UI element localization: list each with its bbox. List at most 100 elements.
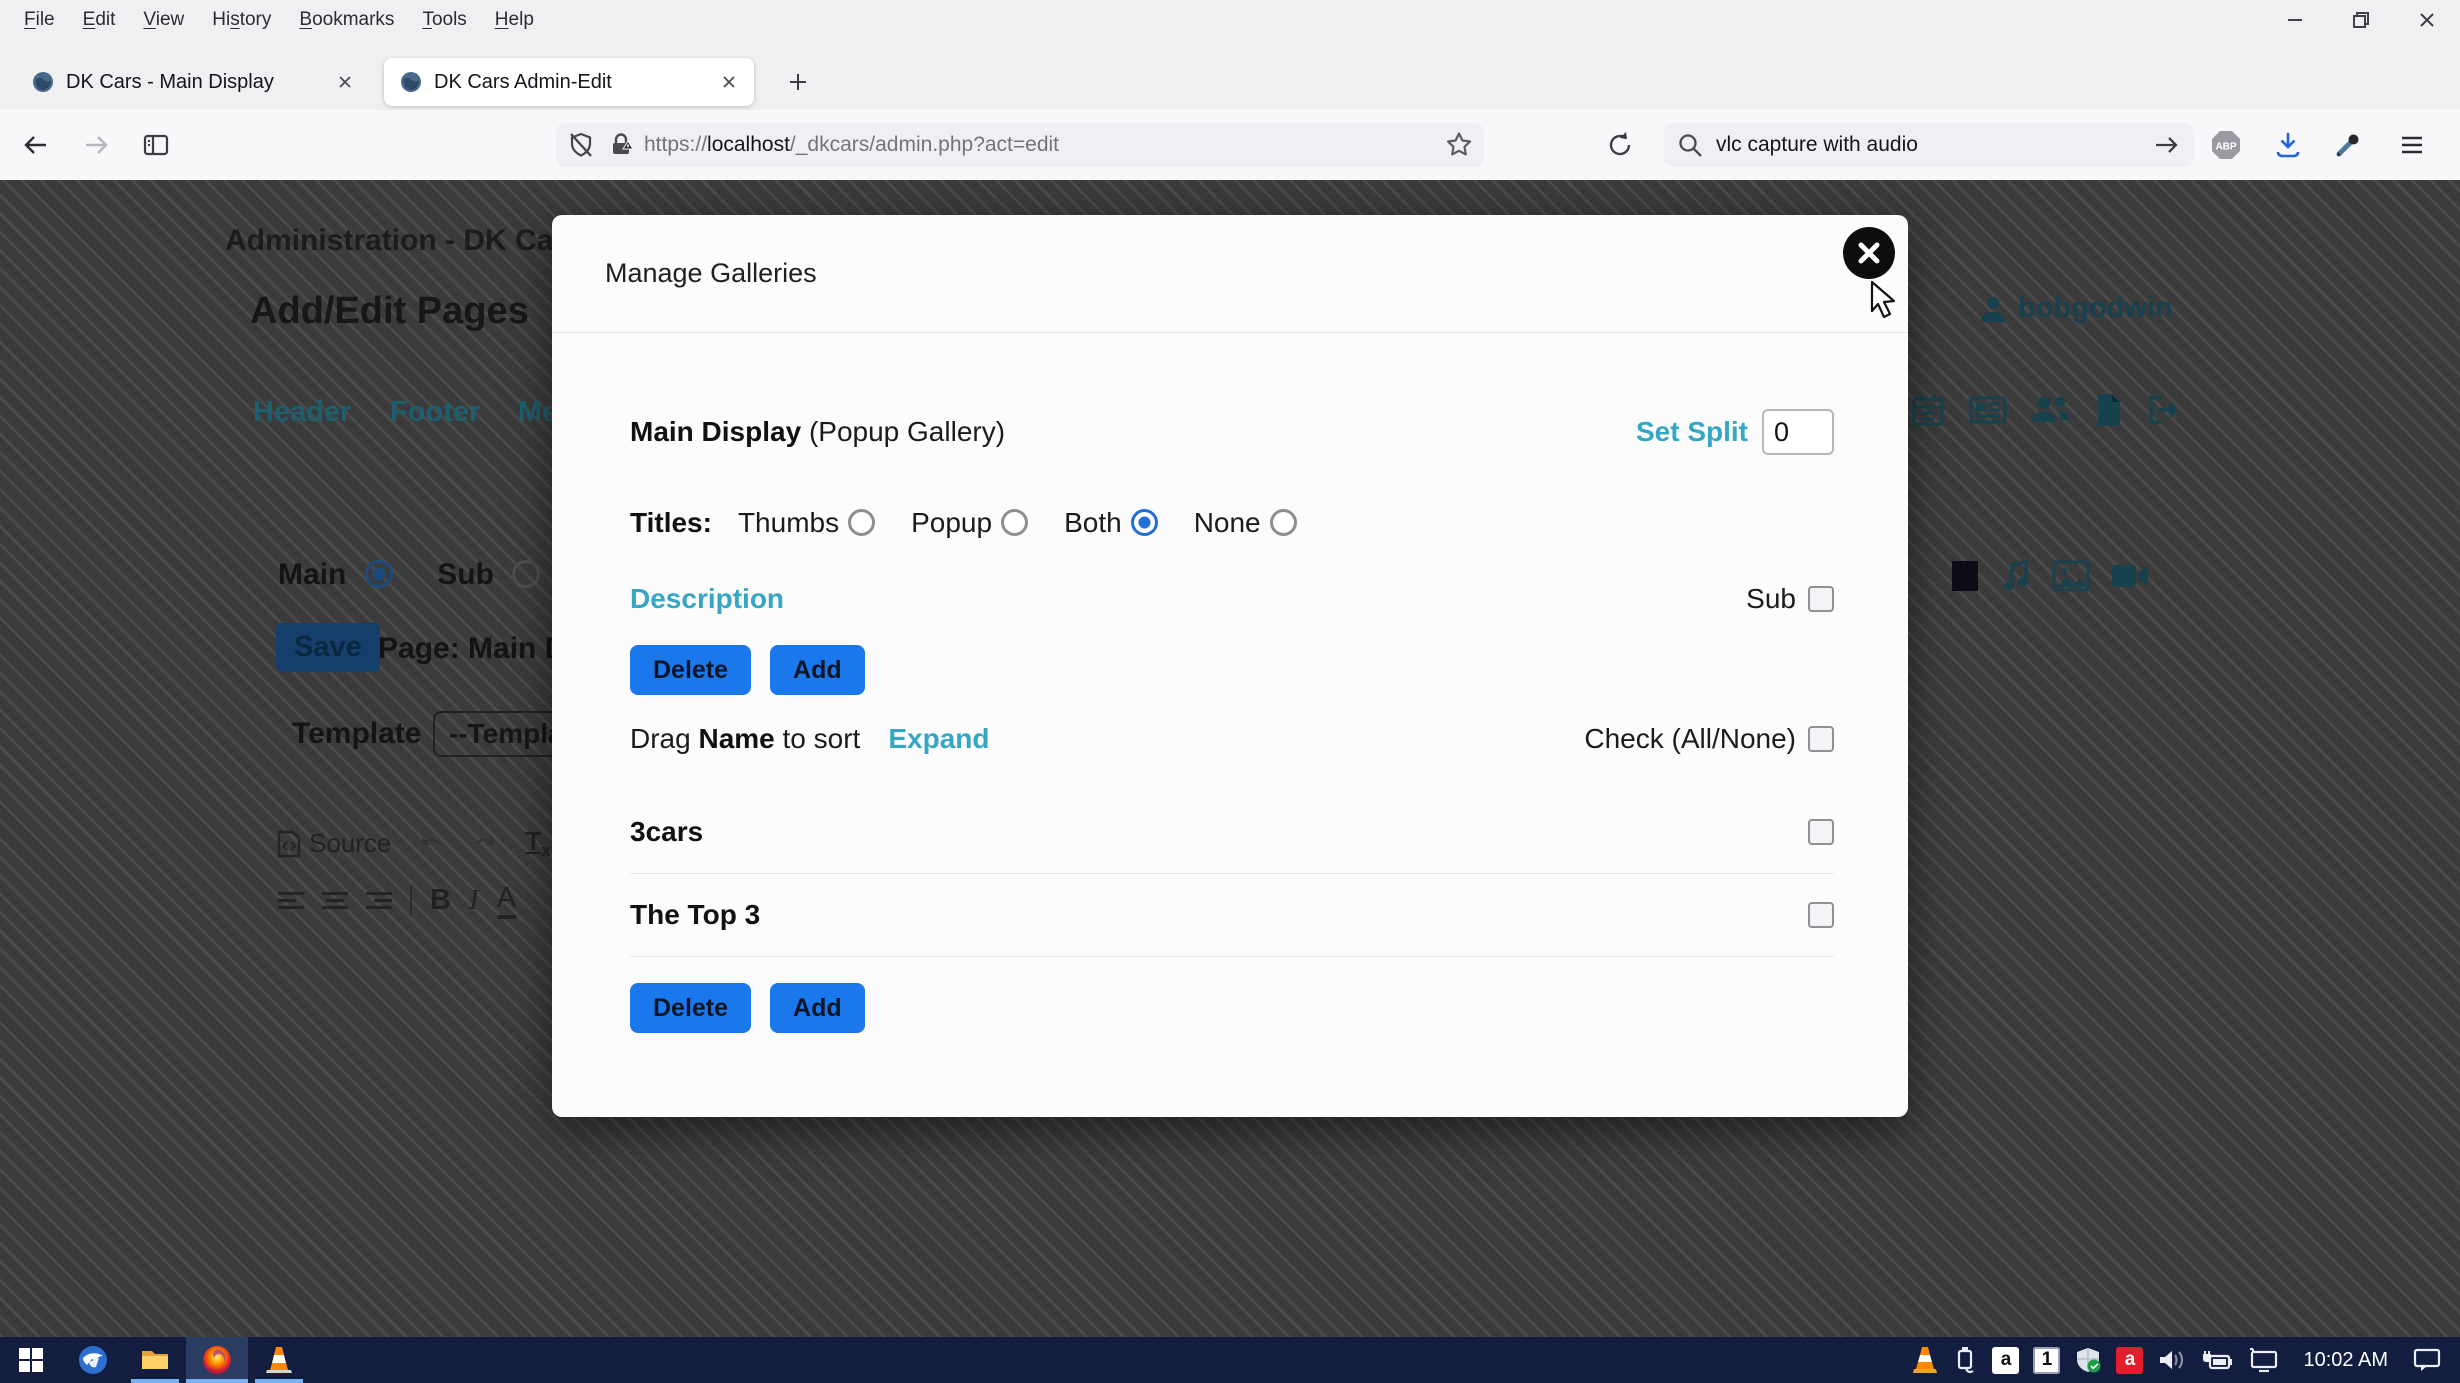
template-label: Template (292, 717, 421, 751)
radio-popup[interactable] (1001, 509, 1028, 536)
manage-galleries-dialog: Manage Galleries Main Display (Popup Gal… (552, 215, 1908, 1117)
tracking-protection-off-icon[interactable] (566, 130, 596, 160)
users-icon[interactable] (2030, 392, 2072, 428)
undo-icon[interactable] (417, 832, 445, 856)
italic-icon[interactable]: I (469, 884, 479, 917)
calendar-icon[interactable] (1910, 392, 1946, 428)
delete-button-bottom[interactable]: Delete (630, 983, 751, 1033)
vlc-tray-icon[interactable] (1912, 1345, 1938, 1375)
adblock-plus-icon[interactable]: ABP (2204, 123, 2248, 167)
bold-icon[interactable]: B (430, 884, 451, 917)
page-heading: Administration - DK Ca (225, 224, 553, 258)
lock-warning-icon[interactable] (606, 130, 636, 160)
notification-center-icon[interactable] (2412, 1346, 2442, 1374)
description-link[interactable]: Description (630, 583, 784, 615)
amd-tray-icon[interactable]: a (2116, 1347, 2143, 1374)
sidebar-toggle-icon[interactable] (134, 123, 178, 167)
firefox-taskbar-icon[interactable] (186, 1337, 248, 1383)
set-split-link[interactable]: Set Split (1636, 416, 1748, 448)
menu-file[interactable]: File (10, 3, 69, 37)
one-tray-icon[interactable]: 1 (2033, 1347, 2060, 1374)
tab-main-display[interactable]: DK Cars - Main Display (16, 58, 370, 106)
volume-icon[interactable] (2157, 1346, 2187, 1374)
hamburger-menu-icon[interactable] (2390, 123, 2434, 167)
tab-admin-edit[interactable]: DK Cars Admin-Edit (384, 58, 754, 106)
save-button[interactable]: Save (276, 623, 380, 672)
add-button-top[interactable]: Add (770, 645, 865, 695)
minimize-icon[interactable] (2262, 0, 2328, 40)
gallery-row-3cars[interactable]: 3cars (630, 791, 1834, 874)
sign-out-icon[interactable] (2146, 392, 2184, 428)
menu-tools[interactable]: Tools (408, 3, 480, 37)
add-button-bottom[interactable]: Add (770, 983, 865, 1033)
search-go-icon[interactable] (2152, 130, 2182, 160)
file-icon[interactable] (2094, 392, 2124, 428)
radio-main[interactable] (365, 560, 393, 588)
back-icon[interactable] (14, 123, 58, 167)
menu-bookmarks[interactable]: Bookmarks (285, 3, 408, 37)
gallery-row-the-top-3[interactable]: The Top 3 (630, 874, 1834, 957)
file-explorer-taskbar-icon[interactable] (124, 1337, 186, 1383)
dialog-close-button[interactable] (1843, 227, 1895, 279)
eyedropper-icon[interactable] (2326, 123, 2370, 167)
reload-icon[interactable] (1598, 123, 1642, 167)
sub-checkbox[interactable] (1808, 586, 1834, 612)
tab-close-icon[interactable] (336, 73, 354, 91)
vlc-taskbar-icon[interactable] (248, 1337, 310, 1383)
video-icon[interactable] (2110, 561, 2150, 591)
forward-icon[interactable] (74, 123, 118, 167)
eraser-extension-icon[interactable] (1548, 129, 1568, 161)
remove-format-icon[interactable]: Tx (525, 826, 550, 861)
menu-bar: File Edit View History Bookmarks Tools H… (0, 0, 2460, 40)
downloads-icon[interactable] (2266, 123, 2310, 167)
expand-link[interactable]: Expand (888, 723, 989, 754)
close-window-icon[interactable] (2394, 0, 2460, 40)
redo-icon[interactable] (471, 832, 499, 856)
delete-button-top[interactable]: Delete (630, 645, 751, 695)
align-center-icon[interactable] (322, 888, 348, 913)
link-header[interactable]: Header (253, 396, 351, 429)
radio-sub[interactable] (512, 560, 540, 588)
clock[interactable]: 10:02 AM (2303, 1349, 2388, 1372)
radio-thumbs[interactable] (848, 509, 875, 536)
menu-view[interactable]: View (129, 3, 198, 37)
titles-label: Titles: (630, 507, 712, 539)
set-split-input[interactable] (1762, 409, 1834, 455)
gallery-checkbox[interactable] (1808, 819, 1834, 845)
align-right-icon[interactable] (366, 888, 392, 913)
thunderbird-taskbar-icon[interactable] (62, 1337, 124, 1383)
gallery-checkbox[interactable] (1808, 902, 1834, 928)
image-icon[interactable] (2052, 560, 2090, 592)
source-button[interactable]: Source (277, 828, 391, 859)
defender-icon[interactable] (2074, 1346, 2102, 1374)
navigation-toolbar: https://localhost/_dkcars/admin.php?act=… (0, 110, 2460, 181)
align-left-icon[interactable] (278, 888, 304, 913)
radio-both[interactable] (1131, 509, 1158, 536)
gallery-name[interactable]: The Top 3 (630, 899, 760, 931)
search-input[interactable] (1714, 132, 2152, 158)
start-button[interactable] (0, 1337, 62, 1383)
flash-placeholder-icon[interactable] (1950, 559, 1980, 593)
radio-none[interactable] (1270, 509, 1297, 536)
menu-help[interactable]: Help (481, 3, 548, 37)
gallery-name[interactable]: 3cars (630, 816, 703, 848)
link-footer[interactable]: Footer (390, 396, 480, 429)
search-bar[interactable] (1664, 123, 2194, 167)
user-icon (1978, 294, 2008, 324)
news-icon[interactable] (1968, 392, 2008, 428)
tab-close-icon[interactable] (720, 73, 738, 91)
check-all-checkbox[interactable] (1808, 726, 1834, 752)
new-tab-icon[interactable] (780, 64, 816, 100)
logged-in-user[interactable]: bobgodwin (1978, 292, 2173, 325)
usb-device-icon[interactable] (1952, 1345, 1978, 1375)
network-display-icon[interactable] (2247, 1346, 2279, 1374)
menu-history[interactable]: History (198, 3, 285, 37)
bookmark-star-icon[interactable] (1444, 130, 1474, 160)
menu-edit[interactable]: Edit (69, 3, 130, 37)
url-bar[interactable]: https://localhost/_dkcars/admin.php?act=… (556, 123, 1484, 167)
restore-icon[interactable] (2328, 0, 2394, 40)
a-tray-icon[interactable]: a (1992, 1347, 2019, 1374)
music-icon[interactable] (2000, 558, 2032, 594)
power-battery-icon[interactable] (2201, 1347, 2233, 1373)
font-color-icon[interactable]: A (497, 882, 516, 919)
